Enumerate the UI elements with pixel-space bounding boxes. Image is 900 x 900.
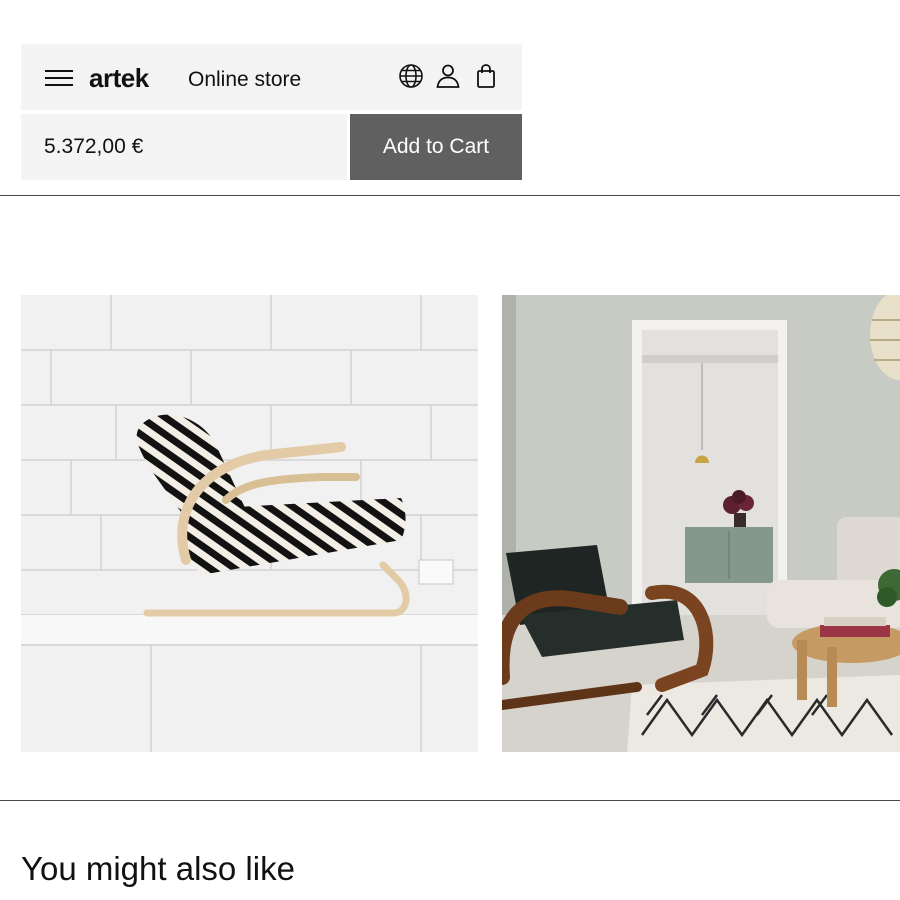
site-header: artek Online store: [21, 44, 522, 110]
shopping-bag-icon[interactable]: [473, 63, 499, 89]
recommendations-heading: You might also like: [21, 850, 295, 887]
price-panel: 5.372,00 €: [21, 114, 347, 180]
product-page: artek Online store 5.372,00 € Add to Car…: [0, 0, 900, 900]
hamburger-menu-icon[interactable]: [45, 68, 73, 88]
brand-logo[interactable]: artek: [89, 63, 149, 94]
zebra-armchair-photo[interactable]: [21, 295, 478, 752]
product-price: 5.372,00 €: [44, 135, 144, 158]
living-room-armchair-photo[interactable]: [502, 295, 900, 752]
store-label[interactable]: Online store: [188, 68, 301, 92]
divider: [0, 800, 900, 801]
divider: [0, 195, 900, 196]
add-to-cart-button[interactable]: Add to Cart: [350, 114, 522, 180]
globe-icon[interactable]: [398, 63, 424, 89]
user-icon[interactable]: [435, 63, 461, 89]
